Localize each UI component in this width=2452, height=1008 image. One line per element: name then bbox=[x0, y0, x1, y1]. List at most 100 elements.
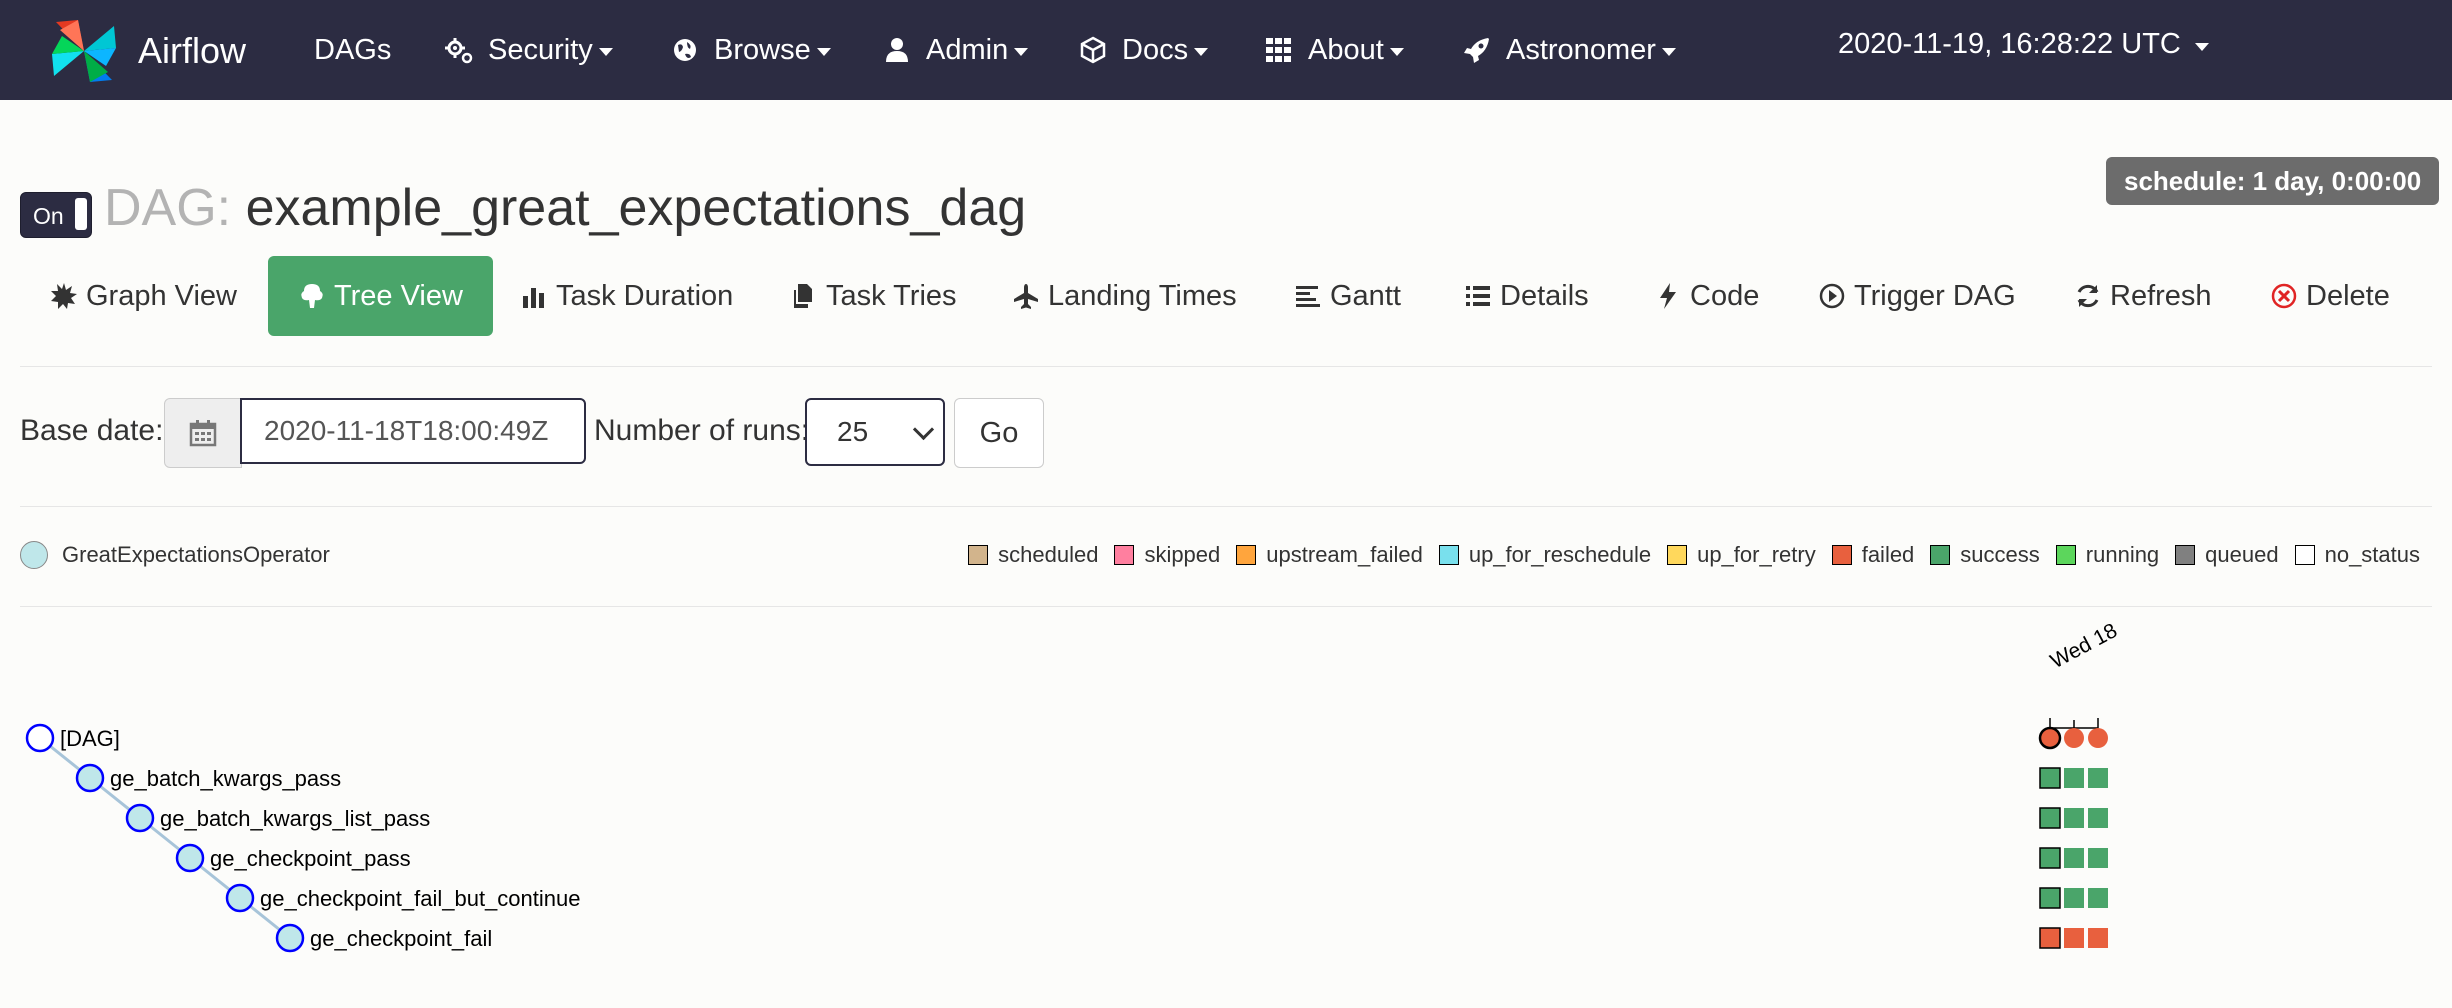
tab-gantt[interactable]: Gantt bbox=[1294, 256, 1401, 336]
tab-landing-times[interactable]: Landing Times bbox=[1012, 256, 1237, 336]
chevron-down-icon bbox=[598, 48, 613, 56]
legend-label: scheduled bbox=[998, 542, 1099, 567]
nav-astronomer[interactable]: Astronomer bbox=[1462, 28, 1676, 72]
nav-docs[interactable]: Docs bbox=[1078, 28, 1209, 72]
tree-node[interactable] bbox=[125, 803, 155, 833]
cube-icon bbox=[1080, 36, 1106, 64]
tab-refresh[interactable]: Refresh bbox=[2074, 256, 2212, 336]
tree-node-label[interactable]: ge_batch_kwargs_pass bbox=[110, 766, 341, 791]
legend-swatch bbox=[1930, 545, 1951, 565]
legend-label: up_for_reschedule bbox=[1468, 542, 1652, 567]
task-instance-square[interactable] bbox=[2039, 847, 2061, 869]
chevron-down-icon bbox=[1014, 48, 1029, 56]
tree-node[interactable] bbox=[175, 843, 205, 873]
tab-details[interactable]: Details bbox=[1464, 256, 1589, 336]
legend-label: failed bbox=[1861, 542, 1915, 567]
chevron-down-icon bbox=[1389, 48, 1404, 56]
tree-node-label[interactable]: ge_checkpoint_pass bbox=[210, 846, 411, 871]
tab-label: Task Duration bbox=[556, 279, 734, 312]
nav-docs-label: Docs bbox=[1122, 33, 1189, 66]
legend-item-failed: failed bbox=[1831, 542, 1915, 568]
tree-node[interactable] bbox=[25, 723, 55, 753]
task-instance-square[interactable] bbox=[2088, 768, 2108, 788]
times-circle-icon bbox=[2271, 283, 2297, 309]
clock-dropdown[interactable]: 2020-11-19, 16:28:22 UTC bbox=[1838, 28, 2209, 61]
airflow-logo-icon bbox=[52, 20, 116, 82]
nav-browse[interactable]: Browse bbox=[670, 28, 831, 72]
legend-swatch bbox=[1114, 545, 1135, 565]
chevron-down-icon bbox=[1661, 48, 1676, 56]
tree-node-label[interactable]: ge_checkpoint_fail bbox=[310, 926, 492, 951]
task-instance-square[interactable] bbox=[2064, 768, 2084, 788]
tree-node-label[interactable]: ge_batch_kwargs_list_pass bbox=[160, 806, 430, 831]
legend-label: queued bbox=[2205, 542, 2279, 567]
legend-item-skipped: skipped bbox=[1114, 542, 1220, 568]
tree-node-label[interactable]: [DAG] bbox=[60, 726, 120, 751]
nav-about[interactable]: About bbox=[1264, 28, 1404, 72]
tree-node[interactable] bbox=[275, 923, 305, 953]
chevron-down-icon bbox=[816, 48, 831, 56]
task-instance-square[interactable] bbox=[2088, 928, 2108, 948]
legend-item-up_for_retry: up_for_retry bbox=[1667, 542, 1816, 568]
dag-run-circle[interactable] bbox=[2064, 728, 2084, 748]
nav-dags[interactable]: DAGs bbox=[314, 28, 391, 72]
tree-node[interactable] bbox=[225, 883, 255, 913]
schedule-badge: schedule: 1 day, 0:00:00 bbox=[2106, 157, 2440, 205]
clock-time: 2020-11-19, 16:28:22 UTC bbox=[1838, 28, 2181, 60]
number-of-runs-select[interactable]: 25 bbox=[805, 398, 945, 466]
bar-chart-icon bbox=[523, 288, 544, 308]
tab-task-tries[interactable]: Task Tries bbox=[790, 256, 957, 336]
tab-task-duration[interactable]: Task Duration bbox=[520, 256, 733, 336]
legend-item-upstream_failed: upstream_failed bbox=[1236, 542, 1423, 568]
task-instance-square[interactable] bbox=[2088, 808, 2108, 828]
task-instance-square[interactable] bbox=[2064, 928, 2084, 948]
tab-delete[interactable]: Delete bbox=[2270, 256, 2390, 336]
nav-security[interactable]: Security bbox=[444, 28, 613, 72]
task-instance-square[interactable] bbox=[2064, 848, 2084, 868]
toggle-label: On bbox=[33, 203, 64, 229]
dag-on-toggle[interactable]: On bbox=[20, 192, 92, 238]
tab-label: Refresh bbox=[2110, 279, 2212, 312]
task-instance-square[interactable] bbox=[2039, 887, 2061, 909]
nav-admin[interactable]: Admin bbox=[882, 28, 1029, 72]
tab-tree-view[interactable]: Tree View bbox=[268, 256, 493, 336]
tree-node-label[interactable]: ge_checkpoint_fail_but_continue bbox=[260, 886, 580, 911]
base-date-input[interactable] bbox=[240, 398, 586, 464]
task-instance-square[interactable] bbox=[2088, 888, 2108, 908]
task-instance-square[interactable] bbox=[2039, 927, 2061, 949]
calendar-button[interactable] bbox=[164, 398, 242, 468]
airflow-brand[interactable]: Airflow bbox=[48, 16, 246, 86]
go-button[interactable]: Go bbox=[954, 398, 1044, 468]
task-instance-square[interactable] bbox=[2039, 807, 2061, 829]
legend-label: up_for_retry bbox=[1697, 542, 1816, 567]
tab-label: Gantt bbox=[1330, 279, 1401, 312]
task-instance-square[interactable] bbox=[2064, 808, 2084, 828]
tree-icon bbox=[301, 284, 323, 308]
tab-label: Details bbox=[1500, 279, 1589, 312]
tab-label: Delete bbox=[2306, 279, 2390, 312]
legend-label: running bbox=[2085, 542, 2160, 567]
page-title: DAG: example_great_expectations_dag bbox=[104, 178, 1026, 238]
tree-node[interactable] bbox=[75, 763, 105, 793]
align-left-icon bbox=[1296, 286, 1320, 307]
task-instance-square[interactable] bbox=[2064, 888, 2084, 908]
dag-run-circle[interactable] bbox=[2088, 728, 2108, 748]
nav-security-label: Security bbox=[488, 33, 593, 66]
refresh-icon bbox=[2077, 284, 2099, 308]
task-instance-square[interactable] bbox=[2088, 848, 2108, 868]
bolt-icon bbox=[1660, 283, 1676, 309]
globe-icon bbox=[674, 39, 696, 61]
nav-admin-label: Admin bbox=[926, 33, 1009, 66]
chevron-down-icon bbox=[2194, 42, 2209, 51]
dag-run-circle[interactable] bbox=[2038, 726, 2062, 750]
tab-label: Task Tries bbox=[826, 279, 957, 312]
task-instance-square[interactable] bbox=[2039, 767, 2061, 789]
tab-trigger-dag[interactable]: Trigger DAG bbox=[1818, 256, 2016, 336]
number-of-runs-label: Number of runs: bbox=[594, 414, 810, 447]
divider bbox=[20, 606, 2432, 607]
divider bbox=[20, 506, 2432, 507]
rocket-icon bbox=[1464, 38, 1489, 63]
tab-graph-view[interactable]: Graph View bbox=[50, 256, 237, 336]
legend-swatch bbox=[968, 545, 989, 565]
tab-code[interactable]: Code bbox=[1654, 256, 1759, 336]
